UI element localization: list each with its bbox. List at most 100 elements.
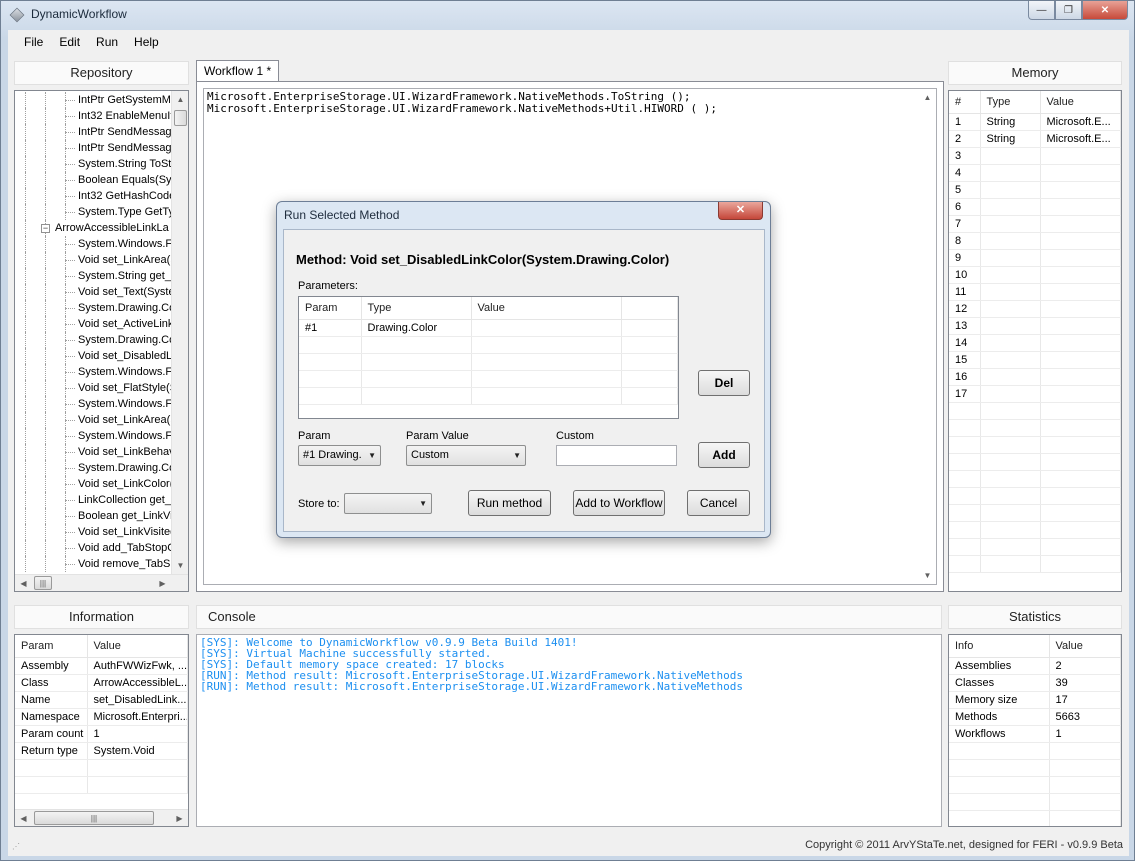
column-header[interactable]: Value (1040, 91, 1121, 114)
memory-row[interactable] (949, 470, 1121, 488)
column-header[interactable]: Info (949, 635, 1050, 658)
memory-row[interactable]: 3 (949, 147, 1121, 165)
memory-row[interactable] (949, 555, 1121, 573)
info-scroll-left-icon[interactable]: ◀ (15, 810, 32, 826)
information-row[interactable]: Name set_DisabledLink... (15, 691, 188, 709)
repository-horizontal-scrollbar[interactable]: ◀ ||| ▶ (15, 574, 188, 591)
tree-collapse-icon[interactable]: − (41, 224, 50, 233)
repository-tree[interactable]: IntPtr GetSystemMe Int32 EnableMenuIt IntP… (14, 90, 189, 592)
add-to-workflow-button[interactable]: Add to Workflow (573, 490, 665, 516)
information-row[interactable]: Namespace Microsoft.Enterpri... (15, 708, 188, 726)
memory-row[interactable]: 4 (949, 164, 1121, 182)
tree-item[interactable]: Int32 EnableMenuIt (15, 108, 171, 124)
information-row[interactable]: Class ArrowAccessibleL... (15, 674, 188, 692)
maximize-button[interactable]: ❐ (1055, 1, 1082, 20)
memory-row[interactable]: 15 (949, 351, 1121, 369)
tree-item[interactable]: Void set_LinkArea(S (15, 252, 171, 268)
statistics-row[interactable]: Assemblies 2 (949, 657, 1121, 675)
cancel-button[interactable]: Cancel (687, 490, 750, 516)
statistics-grid[interactable]: Info Value Assemblies 2 Classes 39 Memory size… (948, 634, 1122, 827)
information-row[interactable] (15, 776, 188, 794)
information-row[interactable]: Param count 1 (15, 725, 188, 743)
statistics-row[interactable]: Workflows 1 (949, 725, 1121, 743)
memory-row[interactable]: 13 (949, 317, 1121, 335)
memory-row[interactable]: 12 (949, 300, 1121, 318)
information-row[interactable] (15, 759, 188, 777)
scroll-thumb[interactable] (174, 110, 187, 126)
memory-grid[interactable]: # Type Value 1 String Microsoft.E... 2 String Mi… (948, 90, 1122, 592)
tree-item[interactable]: System.Type GetTy (15, 204, 171, 220)
parameter-row[interactable] (299, 336, 678, 354)
memory-row[interactable]: 14 (949, 334, 1121, 352)
title-bar[interactable]: DynamicWorkflow — ❐ ✕ (1, 1, 1134, 29)
memory-row[interactable]: 2 String Microsoft.E... (949, 130, 1121, 148)
memory-row[interactable]: 10 (949, 266, 1121, 284)
editor-scroll-up-icon[interactable]: ▲ (919, 89, 936, 106)
scroll-right-arrow-icon[interactable]: ▶ (154, 575, 171, 591)
statistics-row[interactable] (949, 793, 1121, 811)
statistics-row[interactable] (949, 776, 1121, 794)
statistics-row[interactable] (949, 759, 1121, 777)
minimize-button[interactable]: — (1028, 1, 1055, 20)
tree-item[interactable]: System.Drawing.Co (15, 300, 171, 316)
tree-item[interactable]: Boolean get_LinkVi (15, 508, 171, 524)
memory-row[interactable] (949, 521, 1121, 539)
tree-item[interactable]: − ArrowAccessibleLinkLa (15, 220, 171, 236)
information-horizontal-scrollbar[interactable]: ◀ ||| ▶ (15, 809, 188, 826)
resize-grip-icon[interactable]: ⋰ (12, 842, 22, 852)
tree-item[interactable]: Void set_LinkColor( (15, 476, 171, 492)
menu-file[interactable]: File (16, 30, 51, 54)
info-scroll-thumb[interactable]: ||| (34, 811, 154, 825)
tree-item[interactable]: IntPtr GetSystemMe (15, 92, 171, 108)
tree-item[interactable]: Void remove_TabS (15, 556, 171, 572)
tree-item[interactable]: System.String ToStr (15, 156, 171, 172)
memory-row[interactable] (949, 402, 1121, 420)
tree-item[interactable]: LinkCollection get_ (15, 492, 171, 508)
parameters-grid[interactable]: Param Type Value #1 Drawing.Color (298, 296, 679, 419)
menu-edit[interactable]: Edit (51, 30, 88, 54)
scroll-thumb-horizontal[interactable]: ||| (34, 576, 52, 590)
tree-item[interactable]: System.Drawing.Co (15, 332, 171, 348)
dialog-close-button[interactable]: ✕ (718, 202, 763, 220)
menu-help[interactable]: Help (126, 30, 167, 54)
information-grid[interactable]: Param Value Assembly AuthFWWizFwk, ... Class… (14, 634, 189, 827)
tree-item[interactable]: System.String get_T (15, 268, 171, 284)
run-method-button[interactable]: Run method (468, 490, 551, 516)
scroll-left-arrow-icon[interactable]: ◀ (15, 575, 32, 591)
tree-item[interactable]: Void set_Text(Syste (15, 284, 171, 300)
tree-item[interactable]: System.Windows.Fo (15, 364, 171, 380)
tree-item[interactable]: Void set_LinkArea(S (15, 412, 171, 428)
tree-item[interactable]: IntPtr SendMessage (15, 140, 171, 156)
tree-item[interactable]: System.Windows.Fo (15, 236, 171, 252)
column-header[interactable]: Value (471, 297, 622, 320)
statistics-row[interactable] (949, 742, 1121, 760)
scroll-up-arrow-icon[interactable]: ▲ (172, 91, 188, 108)
param-select[interactable]: #1 Drawing. ▼ (298, 445, 381, 466)
editor-vertical-scrollbar[interactable]: ▲ ▼ (919, 89, 936, 584)
statistics-row[interactable]: Classes 39 (949, 674, 1121, 692)
statistics-row[interactable]: Methods 5663 (949, 708, 1121, 726)
tab-workflow-1[interactable]: Workflow 1 * (196, 60, 280, 82)
custom-value-input[interactable] (556, 445, 677, 466)
menu-run[interactable]: Run (88, 30, 126, 54)
column-header[interactable]: Type (361, 297, 472, 320)
repository-vertical-scrollbar[interactable]: ▲ ▼ (171, 91, 188, 574)
memory-row[interactable] (949, 487, 1121, 505)
memory-row[interactable]: 8 (949, 232, 1121, 250)
column-header[interactable]: Type (980, 91, 1041, 114)
tree-item[interactable]: System.Windows.Fo (15, 428, 171, 444)
info-scroll-right-icon[interactable]: ▶ (171, 810, 188, 826)
parameter-row[interactable] (299, 353, 678, 371)
memory-row[interactable]: 6 (949, 198, 1121, 216)
column-header[interactable]: Value (1049, 635, 1121, 658)
column-header[interactable]: Param (15, 635, 88, 658)
tree-item[interactable]: Void set_LinkVisited (15, 524, 171, 540)
memory-row[interactable]: 9 (949, 249, 1121, 267)
tree-item[interactable]: Void set_ActiveLink (15, 316, 171, 332)
memory-row[interactable] (949, 419, 1121, 437)
memory-row[interactable] (949, 436, 1121, 454)
statistics-row[interactable] (949, 810, 1121, 826)
column-header[interactable]: # (949, 91, 981, 114)
memory-row[interactable] (949, 538, 1121, 556)
scroll-down-arrow-icon[interactable]: ▼ (172, 557, 188, 574)
